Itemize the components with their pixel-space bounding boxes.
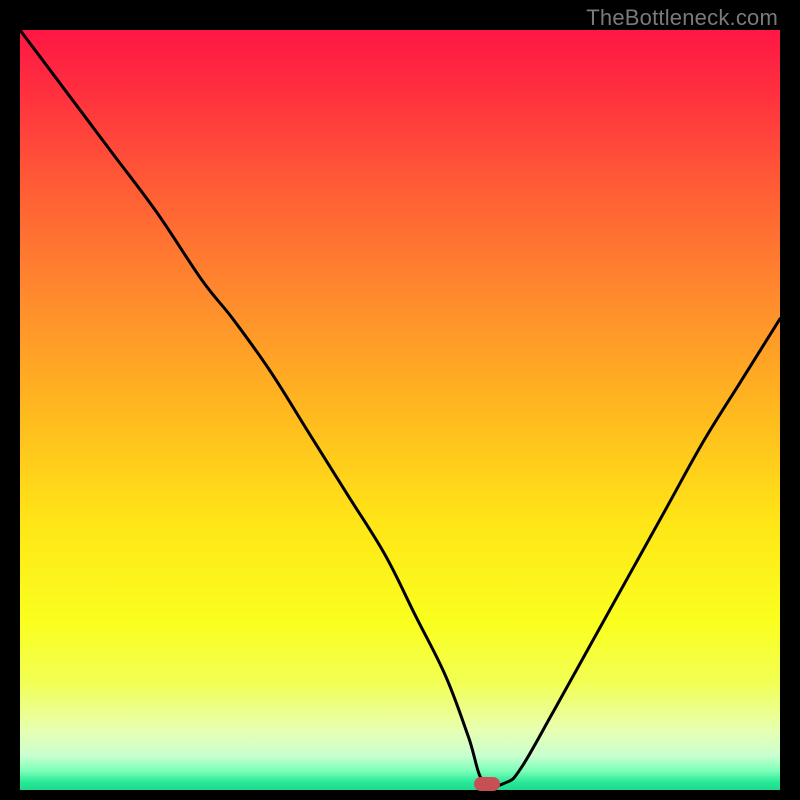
chart-svg bbox=[20, 30, 780, 790]
optimum-marker bbox=[474, 777, 500, 791]
chart-frame bbox=[20, 30, 780, 790]
heatmap-background bbox=[20, 30, 780, 790]
watermark-text: TheBottleneck.com bbox=[586, 5, 778, 31]
